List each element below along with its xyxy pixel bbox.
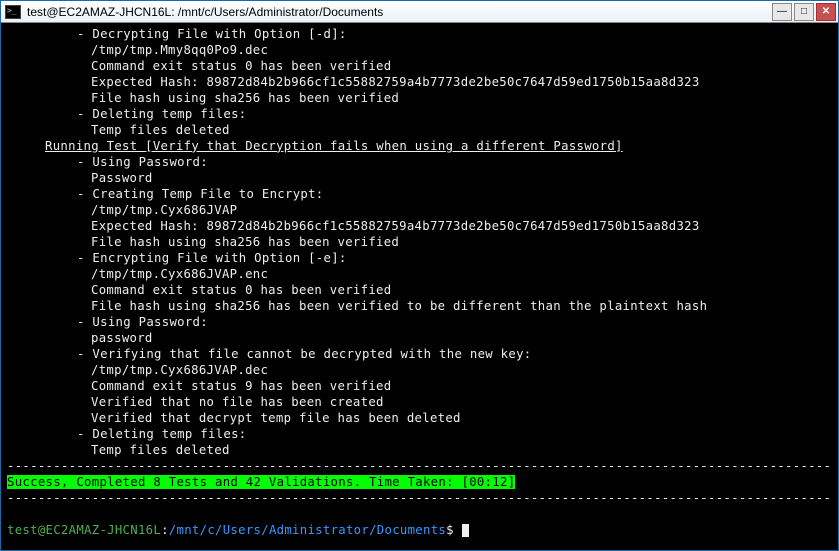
prompt-user: test@EC2AMAZ-JHCN16L (7, 523, 161, 537)
cursor-icon (462, 524, 469, 537)
terminal-icon (5, 5, 21, 19)
output-line: - Deleting temp files: (7, 107, 832, 123)
prompt-symbol: $ (446, 523, 454, 537)
output-line: Command exit status 0 has been verified (7, 283, 832, 299)
output-line: Password (7, 171, 832, 187)
success-line: Success, Completed 8 Tests and 42 Valida… (7, 475, 832, 491)
output-line: /tmp/tmp.Cyx686JVAP (7, 203, 832, 219)
minimize-button[interactable]: — (772, 3, 792, 21)
window-title: test@EC2AMAZ-JHCN16L: /mnt/c/Users/Admin… (27, 5, 772, 19)
blank-line (7, 507, 832, 523)
output-line: - Decrypting File with Option [-d]: (7, 27, 832, 43)
output-line: Expected Hash: 89872d84b2b966cf1c5588275… (7, 219, 832, 235)
prompt-line[interactable]: test@EC2AMAZ-JHCN16L:/mnt/c/Users/Admini… (7, 523, 832, 539)
window-titlebar: test@EC2AMAZ-JHCN16L: /mnt/c/Users/Admin… (1, 1, 838, 23)
prompt-path: /mnt/c/Users/Administrator/Documents (169, 523, 446, 537)
close-button[interactable]: ✕ (816, 3, 836, 21)
output-line: - Creating Temp File to Encrypt: (7, 187, 832, 203)
output-line: Verified that no file has been created (7, 395, 832, 411)
output-line: File hash using sha256 has been verified (7, 235, 832, 251)
output-line: - Using Password: (7, 155, 832, 171)
separator-line: ----------------------------------------… (7, 459, 832, 475)
output-line: - Deleting temp files: (7, 427, 832, 443)
output-line: Temp files deleted (7, 443, 832, 459)
output-line: /tmp/tmp.Mmy8qq0Po9.dec (7, 43, 832, 59)
output-line: /tmp/tmp.Cyx686JVAP.dec (7, 363, 832, 379)
output-line: Expected Hash: 89872d84b2b966cf1c5588275… (7, 75, 832, 91)
prompt-separator: : (161, 523, 169, 537)
output-line: - Encrypting File with Option [-e]: (7, 251, 832, 267)
output-line: Temp files deleted (7, 123, 832, 139)
output-line: /tmp/tmp.Cyx686JVAP.enc (7, 267, 832, 283)
output-line: Command exit status 0 has been verified (7, 59, 832, 75)
window-controls: — □ ✕ (772, 3, 836, 21)
success-message: Success, Completed 8 Tests and 42 Valida… (7, 475, 515, 489)
output-line: - Verifying that file cannot be decrypte… (7, 347, 832, 363)
output-line: - Using Password: (7, 315, 832, 331)
maximize-button[interactable]: □ (794, 3, 814, 21)
output-line: File hash using sha256 has been verified (7, 91, 832, 107)
output-line: File hash using sha256 has been verified… (7, 299, 832, 315)
output-line: Verified that decrypt temp file has been… (7, 411, 832, 427)
output-line: password (7, 331, 832, 347)
separator-line: ----------------------------------------… (7, 491, 832, 507)
output-line: Command exit status 9 has been verified (7, 379, 832, 395)
terminal-output[interactable]: - Decrypting File with Option [-d]: /tmp… (1, 23, 838, 550)
test-header: Running Test [Verify that Decryption fai… (7, 139, 832, 155)
